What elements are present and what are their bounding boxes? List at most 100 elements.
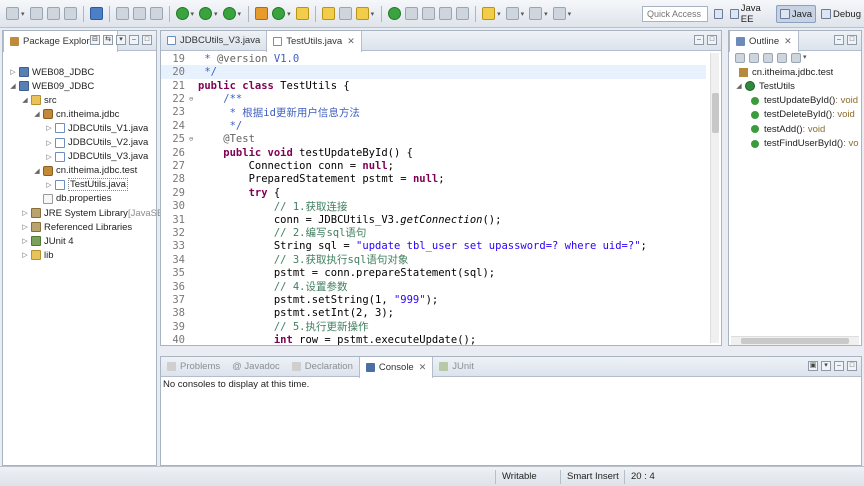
tree-item[interactable]: db.properties <box>33 192 111 206</box>
chevron-down-icon[interactable]: ▾ <box>568 10 572 18</box>
save-icon[interactable] <box>29 7 43 20</box>
expand-arrow-icon[interactable]: ▷ <box>21 209 29 217</box>
next-annotation-icon[interactable] <box>388 7 402 20</box>
outline-hscrollbar[interactable] <box>731 336 859 345</box>
code-line[interactable]: 23 * 根据id更新用户信息方法 <box>161 106 706 120</box>
maximize-icon[interactable]: □ <box>142 35 152 45</box>
open-type-icon[interactable] <box>321 7 335 20</box>
pin-editor-icon[interactable] <box>422 7 436 20</box>
chevron-down-icon[interactable]: ▾ <box>287 10 291 18</box>
outline-item[interactable]: testFindUserById() : vo <box>751 137 859 151</box>
tree-item[interactable]: ◢ WEB09_JDBC <box>9 79 94 93</box>
suspend-icon[interactable] <box>149 7 163 20</box>
perspective-debug[interactable]: Debug <box>818 5 864 23</box>
scrollbar-thumb[interactable] <box>712 93 719 133</box>
chevron-down-icon[interactable]: ▾ <box>544 10 548 18</box>
new-package-icon[interactable] <box>295 7 309 20</box>
tree-item[interactable]: ◢ src <box>21 93 56 107</box>
outline-item[interactable]: ◢ TestUtils <box>735 79 795 93</box>
code-line[interactable]: 21 public class TestUtils { <box>161 79 706 93</box>
chevron-down-icon[interactable]: ▾ <box>214 10 218 18</box>
tree-item[interactable]: ▷ lib <box>21 248 53 262</box>
tree-item[interactable]: ▷ TestUtils.java <box>45 178 128 192</box>
maximize-icon[interactable]: □ <box>847 35 857 45</box>
quick-access-input[interactable] <box>642 6 708 22</box>
code-line[interactable]: 39 // 5.执行更新操作 <box>161 320 706 334</box>
sort-icon[interactable] <box>735 53 745 63</box>
console-icon[interactable] <box>89 7 103 20</box>
code-line[interactable]: 28 PreparedStatement pstmt = null; <box>161 173 706 187</box>
expand-arrow-icon[interactable]: ▷ <box>21 237 29 245</box>
expand-arrow-icon[interactable]: ◢ <box>21 96 29 104</box>
display-console-icon[interactable]: ▣ <box>808 361 818 371</box>
tree-item[interactable]: ▷ JUnit 4 <box>21 234 73 248</box>
code-line[interactable]: 40 int row = pstmt.executeUpdate(); <box>161 333 706 345</box>
collapse-all-icon[interactable]: ⊟ <box>90 35 100 45</box>
chevron-down-icon[interactable]: ▾ <box>191 10 195 18</box>
chevron-down-icon[interactable]: ▾ <box>803 53 807 63</box>
expand-arrow-icon[interactable]: ◢ <box>33 110 41 118</box>
code-line[interactable]: 36 // 4.设置参数 <box>161 280 706 294</box>
tab-declaration[interactable]: Declaration <box>286 357 359 377</box>
tab-junit[interactable]: JUnit <box>433 357 480 377</box>
code-line[interactable]: 37 pstmt.setString(1, "999"); <box>161 293 706 307</box>
code-line[interactable]: 20 */ <box>161 65 706 79</box>
code-line[interactable]: 24 */ <box>161 119 706 133</box>
code-line[interactable]: 22 ⊖ /** <box>161 92 706 106</box>
close-icon[interactable]: ✕ <box>419 362 427 373</box>
tab-console[interactable]: Console ✕ <box>358 356 434 378</box>
tab-testutils[interactable]: TestUtils.java ✕ <box>266 30 362 52</box>
previous-edit-icon[interactable] <box>505 7 519 20</box>
chevron-down-icon[interactable]: ▾ <box>238 10 242 18</box>
fold-toggle-icon[interactable]: ⊖ <box>189 135 198 143</box>
code-line[interactable]: 25 ⊖ @Test <box>161 132 706 146</box>
maximize-icon[interactable]: □ <box>847 361 857 371</box>
run-icon[interactable] <box>199 7 213 20</box>
open-task-icon[interactable] <box>338 7 352 20</box>
skip-breakpoints-icon[interactable] <box>115 7 129 20</box>
tab-problems[interactable]: Problems <box>161 357 226 377</box>
hide-fields-icon[interactable] <box>749 53 759 63</box>
outline-item[interactable]: testAdd() : void <box>751 122 825 136</box>
chevron-down-icon[interactable]: ▾ <box>497 10 501 18</box>
code-line[interactable]: 38 pstmt.setInt(2, 3); <box>161 307 706 321</box>
coverage-icon[interactable] <box>222 7 236 20</box>
code-line[interactable]: 30 // 1.获取连接 <box>161 199 706 213</box>
tree-item[interactable]: ▷ WEB08_JDBC <box>9 65 94 79</box>
next-edit-icon[interactable] <box>482 7 496 20</box>
debug-icon[interactable] <box>175 7 189 20</box>
tab-jdbcutils-v3[interactable]: JDBCUtils_V3.java <box>161 31 266 51</box>
scrollbar-thumb[interactable] <box>741 338 849 344</box>
code-line[interactable]: 26 public void testUpdateById() { <box>161 146 706 160</box>
expand-arrow-icon[interactable]: ◢ <box>33 167 41 175</box>
maximize-icon[interactable]: □ <box>707 35 717 45</box>
new-server-icon[interactable] <box>255 7 269 20</box>
code-line[interactable]: 29 try { <box>161 186 706 200</box>
expand-arrow-icon[interactable]: ◢ <box>735 82 743 90</box>
chevron-down-icon[interactable]: ▾ <box>371 10 375 18</box>
hide-static-icon[interactable] <box>763 53 773 63</box>
expand-arrow-icon[interactable]: ▷ <box>9 68 17 76</box>
fold-toggle-icon[interactable]: ⊖ <box>189 95 198 103</box>
tree-item[interactable]: ▷ Referenced Libraries <box>21 220 132 234</box>
expand-arrow-icon[interactable]: ▷ <box>21 251 29 259</box>
view-menu-icon[interactable]: ▾ <box>116 35 126 45</box>
resume-icon[interactable] <box>132 7 146 20</box>
tab-javadoc[interactable]: @ Javadoc <box>226 357 286 377</box>
forward-icon[interactable] <box>552 7 566 20</box>
tree-item[interactable]: ▷ JDBCUtils_V3.java <box>45 150 148 164</box>
tree-item[interactable]: ▷ JDBCUtils_V2.java <box>45 136 148 150</box>
tree-item[interactable]: ▷ JRE System Library [JavaSE-1.7 <box>21 206 179 220</box>
save-all-icon[interactable] <box>46 7 60 20</box>
link-editor-icon[interactable]: ⇆ <box>103 35 113 45</box>
print-icon[interactable] <box>63 7 77 20</box>
expand-arrow-icon[interactable]: ▷ <box>45 153 53 161</box>
code-line[interactable]: 31 conn = JDBCUtils_V3.getConnection(); <box>161 213 706 227</box>
new-java-project-icon[interactable] <box>272 7 286 20</box>
show-whitespace-icon[interactable] <box>439 7 453 20</box>
code-area[interactable]: 19 * @version V1.0 20 */21 public class Te… <box>161 51 721 345</box>
editor-scrollbar[interactable] <box>710 53 719 343</box>
minimize-icon[interactable]: – <box>834 361 844 371</box>
code-line[interactable]: 35 pstmt = conn.prepareStatement(sql); <box>161 266 706 280</box>
overview-ruler[interactable] <box>705 53 709 343</box>
